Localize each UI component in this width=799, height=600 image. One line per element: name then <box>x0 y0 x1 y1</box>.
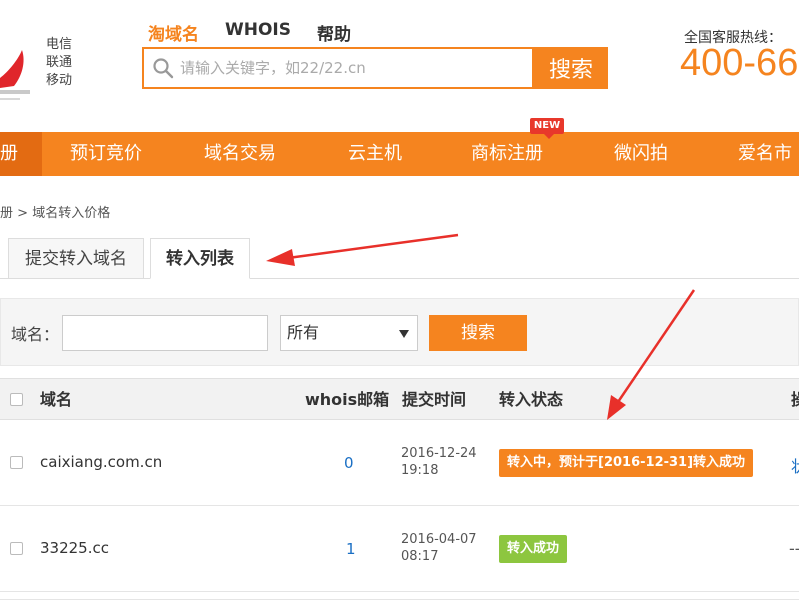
global-search-input[interactable] <box>180 59 520 77</box>
row-submit-time: 2016-12-24 19:18 <box>401 445 477 479</box>
row-domain: 33225.cc <box>40 539 109 557</box>
carrier-mobile: 移动 <box>46 73 73 88</box>
table-row: 33225.cc 1 2016-04-07 08:17 转入成功 -- <box>0 506 799 592</box>
nav-item-register[interactable]: 册 <box>0 132 42 176</box>
row-submit-date: 2016-04-07 <box>401 532 477 547</box>
nav-item-aiming-market[interactable]: 爱名市 <box>738 132 792 176</box>
tab-submit-transfer[interactable]: 提交转入域名 <box>8 238 144 279</box>
site-logo[interactable] <box>0 20 44 110</box>
row-submit-clock: 19:18 <box>401 463 439 478</box>
global-search-box <box>142 47 534 89</box>
nav-item-trademark[interactable]: 商标注册 <box>471 132 543 176</box>
select-all-checkbox[interactable] <box>10 393 23 406</box>
global-search-button[interactable]: 搜索 <box>534 47 608 89</box>
topnav-help[interactable]: 帮助 <box>317 20 351 45</box>
column-whois-email: whois邮箱 <box>305 390 390 409</box>
carrier-telecom: 电信 <box>46 37 73 52</box>
column-operation: 操 <box>791 379 799 421</box>
carrier-list: 电信 联通 移动 <box>46 36 72 90</box>
hotline-number: 400-66 <box>680 42 799 84</box>
column-domain: 域名 <box>40 390 73 409</box>
top-nav: 淘域名 WHOIS 帮助 <box>148 20 351 45</box>
status-badge: 转入成功 <box>499 535 568 563</box>
row-domain: caixiang.com.cn <box>40 453 163 471</box>
new-badge: NEW <box>530 118 564 139</box>
row-whois-count[interactable]: 0 <box>344 454 354 472</box>
row-submit-clock: 08:17 <box>401 549 439 564</box>
status-filter-select[interactable]: 所有 <box>280 315 418 351</box>
table-row-partial <box>0 592 799 600</box>
chevron-down-icon <box>399 330 409 338</box>
row-whois-count[interactable]: 1 <box>346 540 356 558</box>
domain-filter-input[interactable] <box>62 315 268 351</box>
filter-search-button[interactable]: 搜索 <box>429 315 527 351</box>
column-transfer-status: 转入状态 <box>499 390 564 409</box>
status-filter-value: 所有 <box>287 323 320 342</box>
row-operation-link[interactable]: 状 <box>791 453 799 477</box>
nav-item-preorder-bidding[interactable]: 预订竞价 <box>70 132 142 176</box>
main-nav: 册 预订竞价 域名交易 云主机 商标注册 微闪拍 爱名市 <box>0 132 799 176</box>
table-row: caixiang.com.cn 0 2016-12-24 19:18 转入中，预… <box>0 420 799 506</box>
breadcrumb-parent[interactable]: 册 <box>0 206 13 221</box>
topnav-taoyuming[interactable]: 淘域名 <box>148 20 199 45</box>
domain-filter-label: 域名： <box>11 325 60 344</box>
breadcrumb-current: 域名转入价格 <box>32 206 111 221</box>
nav-item-domain-trading[interactable]: 域名交易 <box>204 132 276 176</box>
breadcrumb: 册 > 域名转入价格 <box>0 202 110 221</box>
status-badge: 转入中，预计于[2016-12-31]转入成功 <box>499 449 754 477</box>
tab-transfer-list[interactable]: 转入列表 <box>150 238 250 279</box>
nav-item-cloud-host[interactable]: 云主机 <box>348 132 402 176</box>
nav-item-flash-auction[interactable]: 微闪拍 <box>614 132 668 176</box>
search-icon <box>153 58 174 79</box>
table-header: 域名 whois邮箱 提交时间 转入状态 操 <box>0 378 799 420</box>
row-operation-placeholder: -- <box>789 539 799 558</box>
row-checkbox[interactable] <box>10 456 23 469</box>
row-submit-time: 2016-04-07 08:17 <box>401 531 477 565</box>
row-submit-date: 2016-12-24 <box>401 446 477 461</box>
breadcrumb-separator: > <box>13 206 33 221</box>
row-checkbox[interactable] <box>10 542 23 555</box>
annotation-arrow-tab <box>266 233 459 266</box>
filter-panel: 域名： 所有 搜索 <box>0 298 799 366</box>
column-submit-time: 提交时间 <box>402 390 467 409</box>
carrier-unicom: 联通 <box>46 55 73 70</box>
topnav-whois[interactable]: WHOIS <box>225 20 291 45</box>
